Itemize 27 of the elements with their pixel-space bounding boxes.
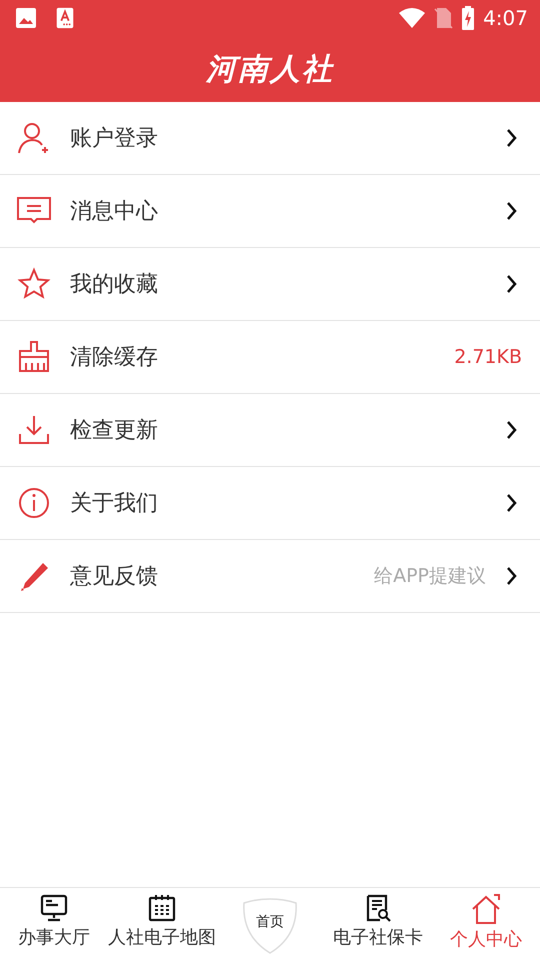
- app-title: 河南人社: [206, 50, 334, 88]
- menu-item[interactable]: 清除缓存 2.71KB: [0, 321, 540, 394]
- image-icon: [14, 6, 38, 30]
- menu-item[interactable]: 账户登录: [0, 102, 540, 175]
- nav-tab[interactable]: 个人中心: [432, 888, 540, 960]
- no-sim-icon: [433, 6, 454, 30]
- home-tab[interactable]: 首页: [240, 896, 300, 956]
- menu-item[interactable]: 检查更新: [0, 394, 540, 467]
- hint-text: 给APP提建议: [374, 564, 486, 589]
- document-search-icon: [364, 894, 392, 922]
- info-icon: [16, 485, 52, 521]
- calendar-icon: [148, 894, 176, 922]
- brush-icon: [16, 339, 52, 375]
- menu-item[interactable]: 消息中心: [0, 175, 540, 248]
- menu-item[interactable]: 意见反馈 给APP提建议: [0, 540, 540, 613]
- menu-item[interactable]: 我的收藏: [0, 248, 540, 321]
- nav-tab[interactable]: 电子社保卡: [324, 888, 432, 960]
- monitor-icon: [40, 894, 68, 922]
- battery-icon: [461, 6, 476, 30]
- wifi-icon: [399, 8, 426, 28]
- nav-tab[interactable]: 办事大厅: [0, 888, 108, 960]
- text-icon: [54, 7, 76, 29]
- nav-tab[interactable]: 人社电子地图: [108, 888, 216, 960]
- menu-item[interactable]: 关于我们: [0, 467, 540, 540]
- home-icon: [470, 894, 502, 924]
- cache-size: 2.71KB: [454, 344, 522, 370]
- clock-time: 4:07: [483, 5, 528, 32]
